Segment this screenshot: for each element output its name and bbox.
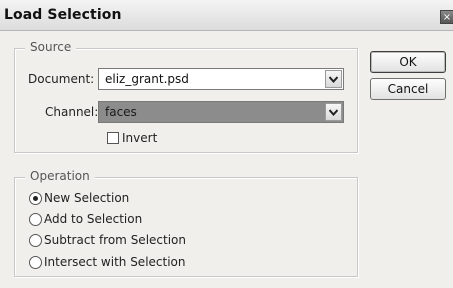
document-select-value: eliz_grant.psd (105, 72, 189, 86)
cancel-button[interactable]: Cancel (370, 78, 446, 100)
dialog-title: Load Selection (4, 7, 122, 23)
channel-select[interactable]: faces (98, 101, 344, 123)
channel-select-value: faces (105, 105, 137, 119)
radio-selected-dot (33, 196, 38, 201)
new-selection-label: New Selection (44, 191, 130, 205)
invert-checkbox[interactable] (107, 132, 119, 144)
document-label: Document: (28, 72, 95, 86)
add-selection-radio[interactable] (29, 213, 42, 226)
intersect-selection-label: Intersect with Selection (44, 255, 186, 269)
document-select[interactable]: eliz_grant.psd (98, 68, 344, 90)
source-legend: Source (25, 40, 77, 54)
operation-legend: Operation (25, 169, 95, 183)
document-dropdown-button[interactable] (325, 70, 342, 88)
chevron-down-icon (329, 109, 338, 116)
new-selection-radio[interactable] (29, 192, 42, 205)
close-icon: × (442, 12, 452, 23)
channel-label: Channel: (45, 105, 99, 119)
ok-button[interactable]: OK (370, 51, 446, 73)
close-button[interactable]: × (440, 10, 453, 24)
chevron-down-icon (329, 76, 338, 83)
invert-label: Invert (122, 131, 158, 145)
title-bar: Load Selection × (0, 0, 453, 31)
add-selection-label: Add to Selection (44, 212, 143, 226)
subtract-selection-radio[interactable] (29, 234, 42, 247)
channel-dropdown-button[interactable] (325, 103, 342, 121)
subtract-selection-label: Subtract from Selection (44, 233, 186, 247)
intersect-selection-radio[interactable] (29, 256, 42, 269)
